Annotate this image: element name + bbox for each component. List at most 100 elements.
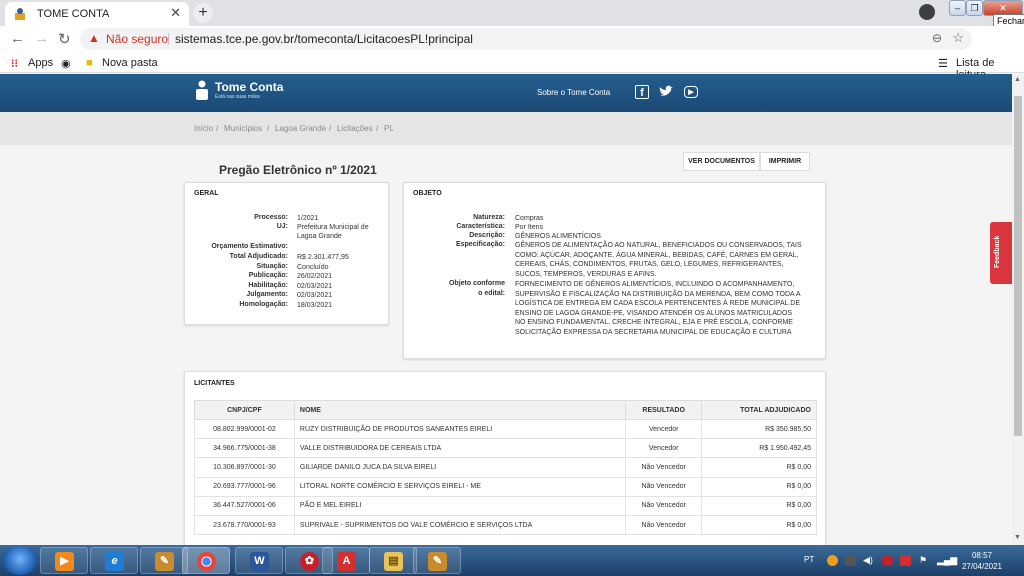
address-bar[interactable]: ▲ Não seguro | sistemas.tce.pe.gov.br/to…: [80, 28, 972, 50]
imprimir-button[interactable]: IMPRIMIR: [760, 152, 810, 171]
objeto-edital-line: FORNECIMENTO DE GÊNEROS ALIMENTÍCIOS, IN…: [515, 281, 795, 288]
language-indicator[interactable]: PT: [804, 555, 814, 564]
tab-close-icon[interactable]: ✕: [170, 5, 181, 21]
header-nome: NOME: [293, 400, 627, 420]
uj-label: UJ:: [276, 223, 288, 230]
uj-value-line2: Lagoa Grande: [297, 233, 342, 240]
natureza-label: Natureza:: [473, 214, 505, 221]
resultado-cell: Vencedor: [625, 418, 703, 440]
objeto-card: OBJETO Natureza: Compras Característica:…: [403, 182, 826, 359]
globe-icon[interactable]: ◉: [61, 57, 71, 70]
nome-cell: PÃO E MEL EIRELI: [293, 495, 627, 516]
chrome-account-icon[interactable]: [919, 4, 935, 20]
url-text[interactable]: sistemas.tce.pe.gov.br/tomeconta/Licitac…: [175, 32, 473, 46]
taskbar-paint-2[interactable]: ✎: [413, 547, 461, 574]
forward-arrow-icon[interactable]: →: [34, 30, 49, 47]
breadcrumb-licitacoes[interactable]: Licitações: [337, 124, 373, 133]
breadcrumb-separator: /: [216, 124, 219, 133]
breadcrumb-inicio[interactable]: Início: [194, 124, 213, 133]
network-signal-icon[interactable]: ▂▄▆: [937, 555, 957, 566]
action-center-flag-icon[interactable]: ⚑: [919, 555, 930, 566]
taskbar-chrome[interactable]: [182, 547, 230, 574]
folder-explorer-icon: ▤: [384, 552, 403, 571]
nome-cell: VALLE DISTRIBUIDORA DE CEREAIS LTDA: [293, 438, 627, 459]
site-header: Tome Conta Está nas suas mãos Sobre o To…: [0, 74, 1012, 112]
breadcrumb-municipios[interactable]: Municípios: [224, 124, 262, 133]
speaker-icon[interactable]: ◀): [863, 555, 874, 566]
resultado-cell: Não Vencedor: [625, 457, 703, 478]
julgamento-value: 02/03/2021: [297, 292, 333, 299]
page-scrollbar[interactable]: ▲ ▼: [1012, 74, 1024, 545]
nome-cell: GILIARDE DANILO JUCA DA SILVA EIRELI: [293, 457, 627, 478]
licitantes-table: CNPJ/CPF NOME RESULTADO TOTAL ADJUDICADO…: [194, 400, 817, 536]
nome-cell: RUZY DISTRIBUIÇÃO DE PRODUTOS SANEANTES …: [293, 418, 627, 440]
youtube-icon[interactable]: ▶: [684, 86, 698, 98]
scroll-down-icon[interactable]: ▼: [1014, 534, 1021, 541]
zoom-icon[interactable]: ⊖: [932, 31, 942, 45]
system-tray: PT ◀) ⚑ ▂▄▆ 08:57 27/04/2021: [800, 545, 1024, 576]
cnpj-cell: 10.306.897/0001-30: [194, 457, 295, 478]
objeto-edital-line: SOLICITAÇÃO EXPRESSA DA SECRETARIA MUNIC…: [515, 329, 792, 336]
bookmark-apps[interactable]: Apps: [28, 57, 53, 69]
browser-tab[interactable]: TOME CONTA ✕: [5, 2, 189, 26]
orcamento-label: Orçamento Estimativo:: [211, 243, 288, 250]
homologacao-value: 18/03/2021: [297, 302, 333, 309]
word-icon: W: [250, 552, 269, 571]
paint-icon: ✎: [428, 552, 447, 571]
scroll-up-icon[interactable]: ▲: [1014, 76, 1021, 83]
apps-grid-icon: ⁝⁝: [11, 58, 18, 70]
not-secure-label[interactable]: Não seguro: [106, 32, 168, 46]
cnpj-cell: 34.966.775/0001-38: [194, 438, 295, 459]
clock[interactable]: 08:57 27/04/2021: [958, 550, 1006, 572]
tray-acrobat-icon[interactable]: [900, 555, 911, 566]
taskbar-explorer[interactable]: ▤: [369, 547, 417, 574]
taskbar-paint[interactable]: ✎: [140, 547, 188, 574]
breadcrumb-lagoa-grande[interactable]: Lagoa Grande: [275, 124, 326, 133]
start-button[interactable]: [3, 546, 37, 575]
cnpj-cell: 08.802.999/0001-02: [194, 418, 295, 440]
header-total-adjudicado: TOTAL ADJUDICADO: [701, 400, 817, 420]
processo-label: Processo:: [254, 214, 288, 221]
cnpj-cell: 23.678.770/0001-93: [194, 514, 295, 536]
new-tab-button[interactable]: +: [193, 3, 213, 23]
resultado-cell: Não Vencedor: [625, 514, 703, 536]
breadcrumb-separator: /: [376, 124, 379, 133]
taskbar-word[interactable]: W: [235, 547, 283, 574]
folder-icon: ■: [86, 57, 93, 69]
tab-title: TOME CONTA: [37, 8, 110, 20]
chrome-icon: [197, 552, 216, 571]
geral-title: GERAL: [194, 190, 219, 197]
maximize-button[interactable]: ❐: [966, 0, 983, 16]
back-arrow-icon[interactable]: ←: [10, 30, 25, 47]
table-row: 20.693.777/0001-96 LITORAL NORTE COMÉRCI…: [194, 476, 817, 497]
taskbar-acrobat[interactable]: A: [322, 547, 370, 574]
media-player-icon: ▶: [55, 552, 74, 571]
about-link[interactable]: Sobre o Tome Conta: [537, 88, 610, 97]
table-row: 10.306.897/0001-30 GILIARDE DANILO JUCA …: [194, 457, 817, 478]
tray-update-icon[interactable]: [827, 555, 838, 566]
taskbar-media-player[interactable]: ▶: [40, 547, 88, 574]
bookmark-star-icon[interactable]: ☆: [952, 30, 964, 46]
twitter-icon[interactable]: [659, 85, 673, 99]
reload-icon[interactable]: ↻: [58, 30, 71, 48]
bookmark-nova-pasta[interactable]: Nova pasta: [102, 57, 158, 69]
situacao-label: Situação:: [256, 263, 288, 270]
especificacao-label: Especificação:: [455, 241, 505, 248]
address-toolbar: ← → ↻ ▲ Não seguro | sistemas.tce.pe.gov…: [0, 26, 1024, 73]
header-resultado: RESULTADO: [625, 400, 703, 420]
habilitacao-label: Habilitação:: [248, 282, 288, 289]
browser-tab-strip: TOME CONTA ✕ + – ❐ ✕ Fechar: [0, 0, 1024, 28]
ver-documentos-button[interactable]: VER DOCUMENTOS: [683, 152, 760, 171]
julgamento-label: Julgamento:: [246, 291, 288, 298]
minimize-button[interactable]: –: [949, 0, 966, 16]
tray-red-icon[interactable]: [882, 555, 893, 566]
facebook-icon[interactable]: f: [635, 85, 649, 99]
homologacao-label: Homologação:: [239, 301, 288, 308]
objeto-edital-line: SUPERVISÃO E FISCALIZAÇÃO NA DISTRIBUIÇÃ…: [515, 290, 801, 298]
total-cell: R$ 1.950.492,45: [701, 438, 817, 459]
page-viewport: Tome Conta Está nas suas mãos Sobre o To…: [0, 74, 1012, 545]
tray-app-icon[interactable]: [845, 555, 856, 566]
taskbar-internet-explorer[interactable]: e: [90, 547, 138, 574]
feedback-tab[interactable]: Feedback: [990, 222, 1012, 284]
scrollbar-thumb[interactable]: [1014, 96, 1022, 436]
